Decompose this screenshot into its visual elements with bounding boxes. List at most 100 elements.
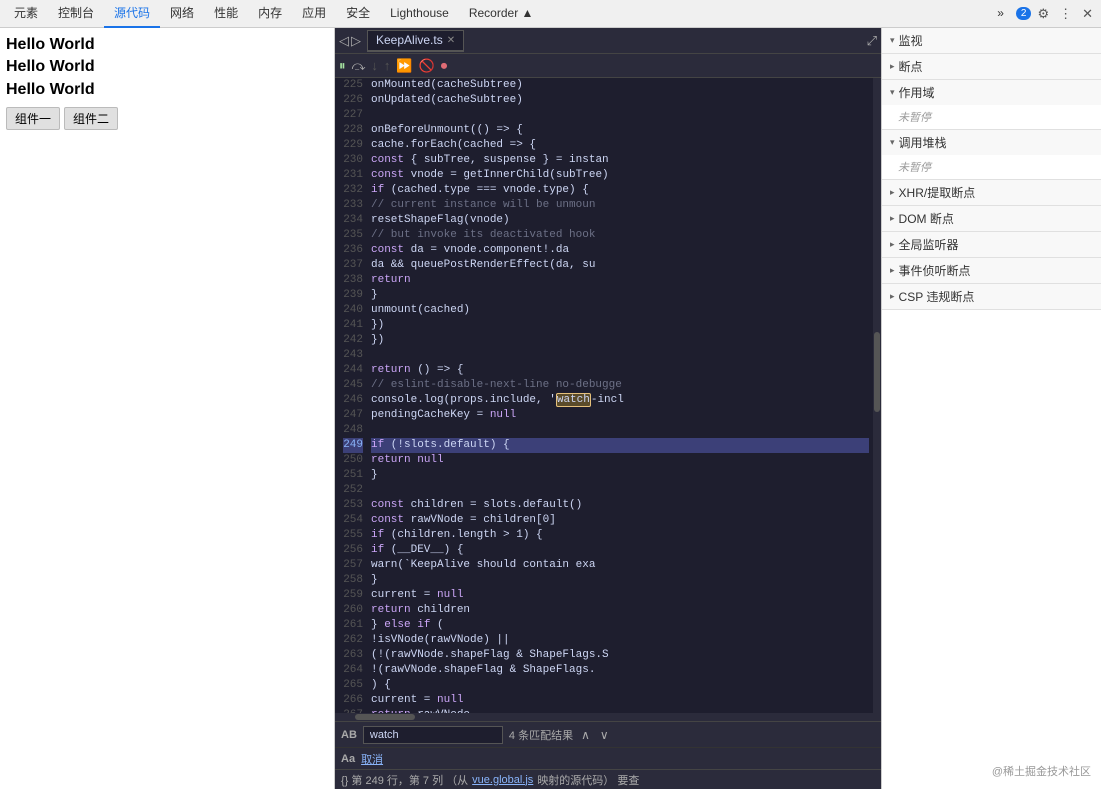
- code-line-240: unmount(cached): [371, 303, 869, 318]
- code-line-251: }: [371, 468, 869, 483]
- code-line-227: [371, 108, 869, 123]
- panel-section-zuoyongyu: ▾作用域未暂停: [882, 80, 1101, 130]
- code-line-225: onMounted(cacheSubtree): [371, 78, 869, 93]
- file-tab-name: KeepAlive.ts: [376, 33, 443, 47]
- more-panels-icon[interactable]: »: [987, 0, 1014, 28]
- match-case-icon[interactable]: Aa: [341, 753, 355, 765]
- file-nav-forward-icon[interactable]: ▷: [351, 33, 361, 49]
- panel-header-zuoyongyu[interactable]: ▾ 作用域: [882, 80, 1101, 105]
- step-over-icon[interactable]: ⤼: [352, 58, 366, 74]
- code-line-255: if (children.length > 1) {: [371, 528, 869, 543]
- nav-tab-console[interactable]: 控制台: [48, 0, 104, 28]
- panel-content-diaoyon: 未暂停: [882, 155, 1101, 179]
- case-sensitive-toggle[interactable]: AB: [341, 729, 357, 741]
- arrow-icon-duandian: ▸: [890, 61, 895, 72]
- status-bar: {} 第 249 行，第 7 列 （从 vue.global.js 映射的源代码…: [335, 769, 881, 789]
- code-line-236: const da = vnode.component!.da: [371, 243, 869, 258]
- more-options-icon[interactable]: ⋮: [1055, 4, 1076, 24]
- search-prev-icon[interactable]: ∧: [579, 728, 592, 742]
- panel-header-csp[interactable]: ▸ CSP 违规断点: [882, 284, 1101, 309]
- section-label-zuoyongyu: 作用域: [899, 84, 935, 101]
- code-line-266: current = null: [371, 693, 869, 708]
- pause-resume-icon[interactable]: ⏸: [339, 58, 346, 74]
- code-line-262: !isVNode(rawVNode) ||: [371, 633, 869, 648]
- panel-header-quanju[interactable]: ▸全局监听器: [882, 232, 1101, 257]
- code-line-252: [371, 483, 869, 498]
- panel-header-dom[interactable]: ▸DOM 断点: [882, 206, 1101, 231]
- code-line-229: cache.forEach(cached => {: [371, 138, 869, 153]
- code-line-231: const vnode = getInnerChild(subTree): [371, 168, 869, 183]
- panel-section-jianshi: ▾监视: [882, 28, 1101, 54]
- section-label-quanju: 全局监听器: [899, 236, 959, 253]
- settings-icon[interactable]: ⚙: [1033, 4, 1053, 24]
- code-line-241: }): [371, 318, 869, 333]
- arrow-icon-csp: ▸: [890, 291, 895, 302]
- panel-header-duandian[interactable]: ▸断点: [882, 54, 1101, 79]
- step-out-icon[interactable]: ↑: [384, 58, 391, 73]
- vertical-scrollbar[interactable]: [873, 78, 881, 713]
- code-line-226: onUpdated(cacheSubtree): [371, 93, 869, 108]
- code-line-234: resetShapeFlag(vnode): [371, 213, 869, 228]
- nav-tab-memory[interactable]: 内存: [248, 0, 292, 28]
- code-line-247: pendingCacheKey = null: [371, 408, 869, 423]
- code-line-230: const { subTree, suspense } = instan: [371, 153, 869, 168]
- component-two-button[interactable]: 组件二: [64, 107, 118, 130]
- debug-toolbar: ⏸ ⤼ ↓ ↑ ⏩ 🚫 ⏺: [335, 54, 881, 78]
- main-content: Hello World Hello World Hello World 组件一 …: [0, 28, 1101, 789]
- code-line-267: return rawVNode: [371, 708, 869, 713]
- panel-header-xhr[interactable]: ▸XHR/提取断点: [882, 180, 1101, 205]
- arrow-icon-xhr: ▸: [890, 187, 895, 198]
- scrollbar-thumb[interactable]: [874, 332, 880, 412]
- continue-icon[interactable]: ⏩: [396, 58, 412, 74]
- source-map-link[interactable]: vue.global.js: [472, 774, 533, 786]
- code-editor: ◁ ▷ KeepAlive.ts ✕ ⤢ ⏸ ⤼ ↓ ↑ ⏩ 🚫 ⏺ 22522…: [335, 28, 881, 789]
- cancel-search-link[interactable]: 取消: [361, 751, 383, 767]
- search-input[interactable]: [363, 726, 503, 744]
- expand-editor-icon[interactable]: ⤢: [867, 33, 877, 49]
- code-lines[interactable]: onMounted(cacheSubtree) onUpdated(cacheS…: [371, 78, 873, 713]
- hello-world-line-1: Hello World: [6, 34, 328, 56]
- panel-header-diaoyon[interactable]: ▾调用堆栈: [882, 130, 1101, 155]
- left-panel: Hello World Hello World Hello World 组件一 …: [0, 28, 335, 789]
- horizontal-scrollbar-thumb[interactable]: [355, 714, 415, 720]
- section-label-diaoyon: 调用堆栈: [899, 134, 947, 151]
- code-line-235: // but invoke its deactivated hook: [371, 228, 869, 243]
- nav-tab-lighthouse[interactable]: Lighthouse: [380, 0, 459, 28]
- status-text-prefix: {} 第 249 行，第 7 列 （从: [341, 772, 468, 788]
- code-line-256: if (__DEV__) {: [371, 543, 869, 558]
- webpage-preview: Hello World Hello World Hello World 组件一 …: [0, 28, 334, 789]
- component-one-button[interactable]: 组件一: [6, 107, 60, 130]
- nav-tab-application[interactable]: 应用: [292, 0, 336, 28]
- code-line-253: const children = slots.default(): [371, 498, 869, 513]
- horizontal-scrollbar[interactable]: [335, 713, 881, 721]
- code-scroll-area[interactable]: 2252262272282292302312322332342352362372…: [335, 78, 881, 713]
- arrow-icon-zuoyongyu: ▾: [890, 87, 895, 98]
- code-line-257: warn(`KeepAlive should contain exa: [371, 558, 869, 573]
- file-tab-close-icon[interactable]: ✕: [447, 35, 455, 46]
- file-nav-back-icon[interactable]: ◁: [339, 33, 349, 49]
- panel-section-duandian: ▸断点: [882, 54, 1101, 80]
- code-line-261: } else if (: [371, 618, 869, 633]
- nav-tab-network[interactable]: 网络: [160, 0, 204, 28]
- code-line-264: !(rawVNode.shapeFlag & ShapeFlags.: [371, 663, 869, 678]
- record-icon[interactable]: ⏺: [441, 58, 448, 74]
- nav-tab-elements[interactable]: 元素: [4, 0, 48, 28]
- code-line-239: }: [371, 288, 869, 303]
- section-label-csp: CSP 违规断点: [899, 288, 975, 305]
- panel-section-shijian: ▸事件侦听断点: [882, 258, 1101, 284]
- nav-tab-recorder[interactable]: Recorder ▲: [459, 0, 544, 28]
- nav-tab-performance[interactable]: 性能: [204, 0, 248, 28]
- nav-tab-sources[interactable]: 源代码: [104, 0, 160, 28]
- file-tab-keepalive[interactable]: KeepAlive.ts ✕: [367, 30, 464, 52]
- notifications-badge[interactable]: 2: [1016, 7, 1032, 20]
- code-line-265: ) {: [371, 678, 869, 693]
- step-into-icon[interactable]: ↓: [371, 58, 378, 73]
- code-line-246: console.log(props.include, 'watch-incl: [371, 393, 869, 408]
- deactivate-breakpoints-icon[interactable]: 🚫: [419, 58, 435, 74]
- close-devtools-icon[interactable]: ✕: [1078, 4, 1097, 24]
- nav-tab-security[interactable]: 安全: [336, 0, 380, 28]
- panel-header-shijian[interactable]: ▸事件侦听断点: [882, 258, 1101, 283]
- search-next-icon[interactable]: ∨: [598, 728, 611, 742]
- code-line-238: return: [371, 273, 869, 288]
- panel-header-jianshi[interactable]: ▾监视: [882, 28, 1101, 53]
